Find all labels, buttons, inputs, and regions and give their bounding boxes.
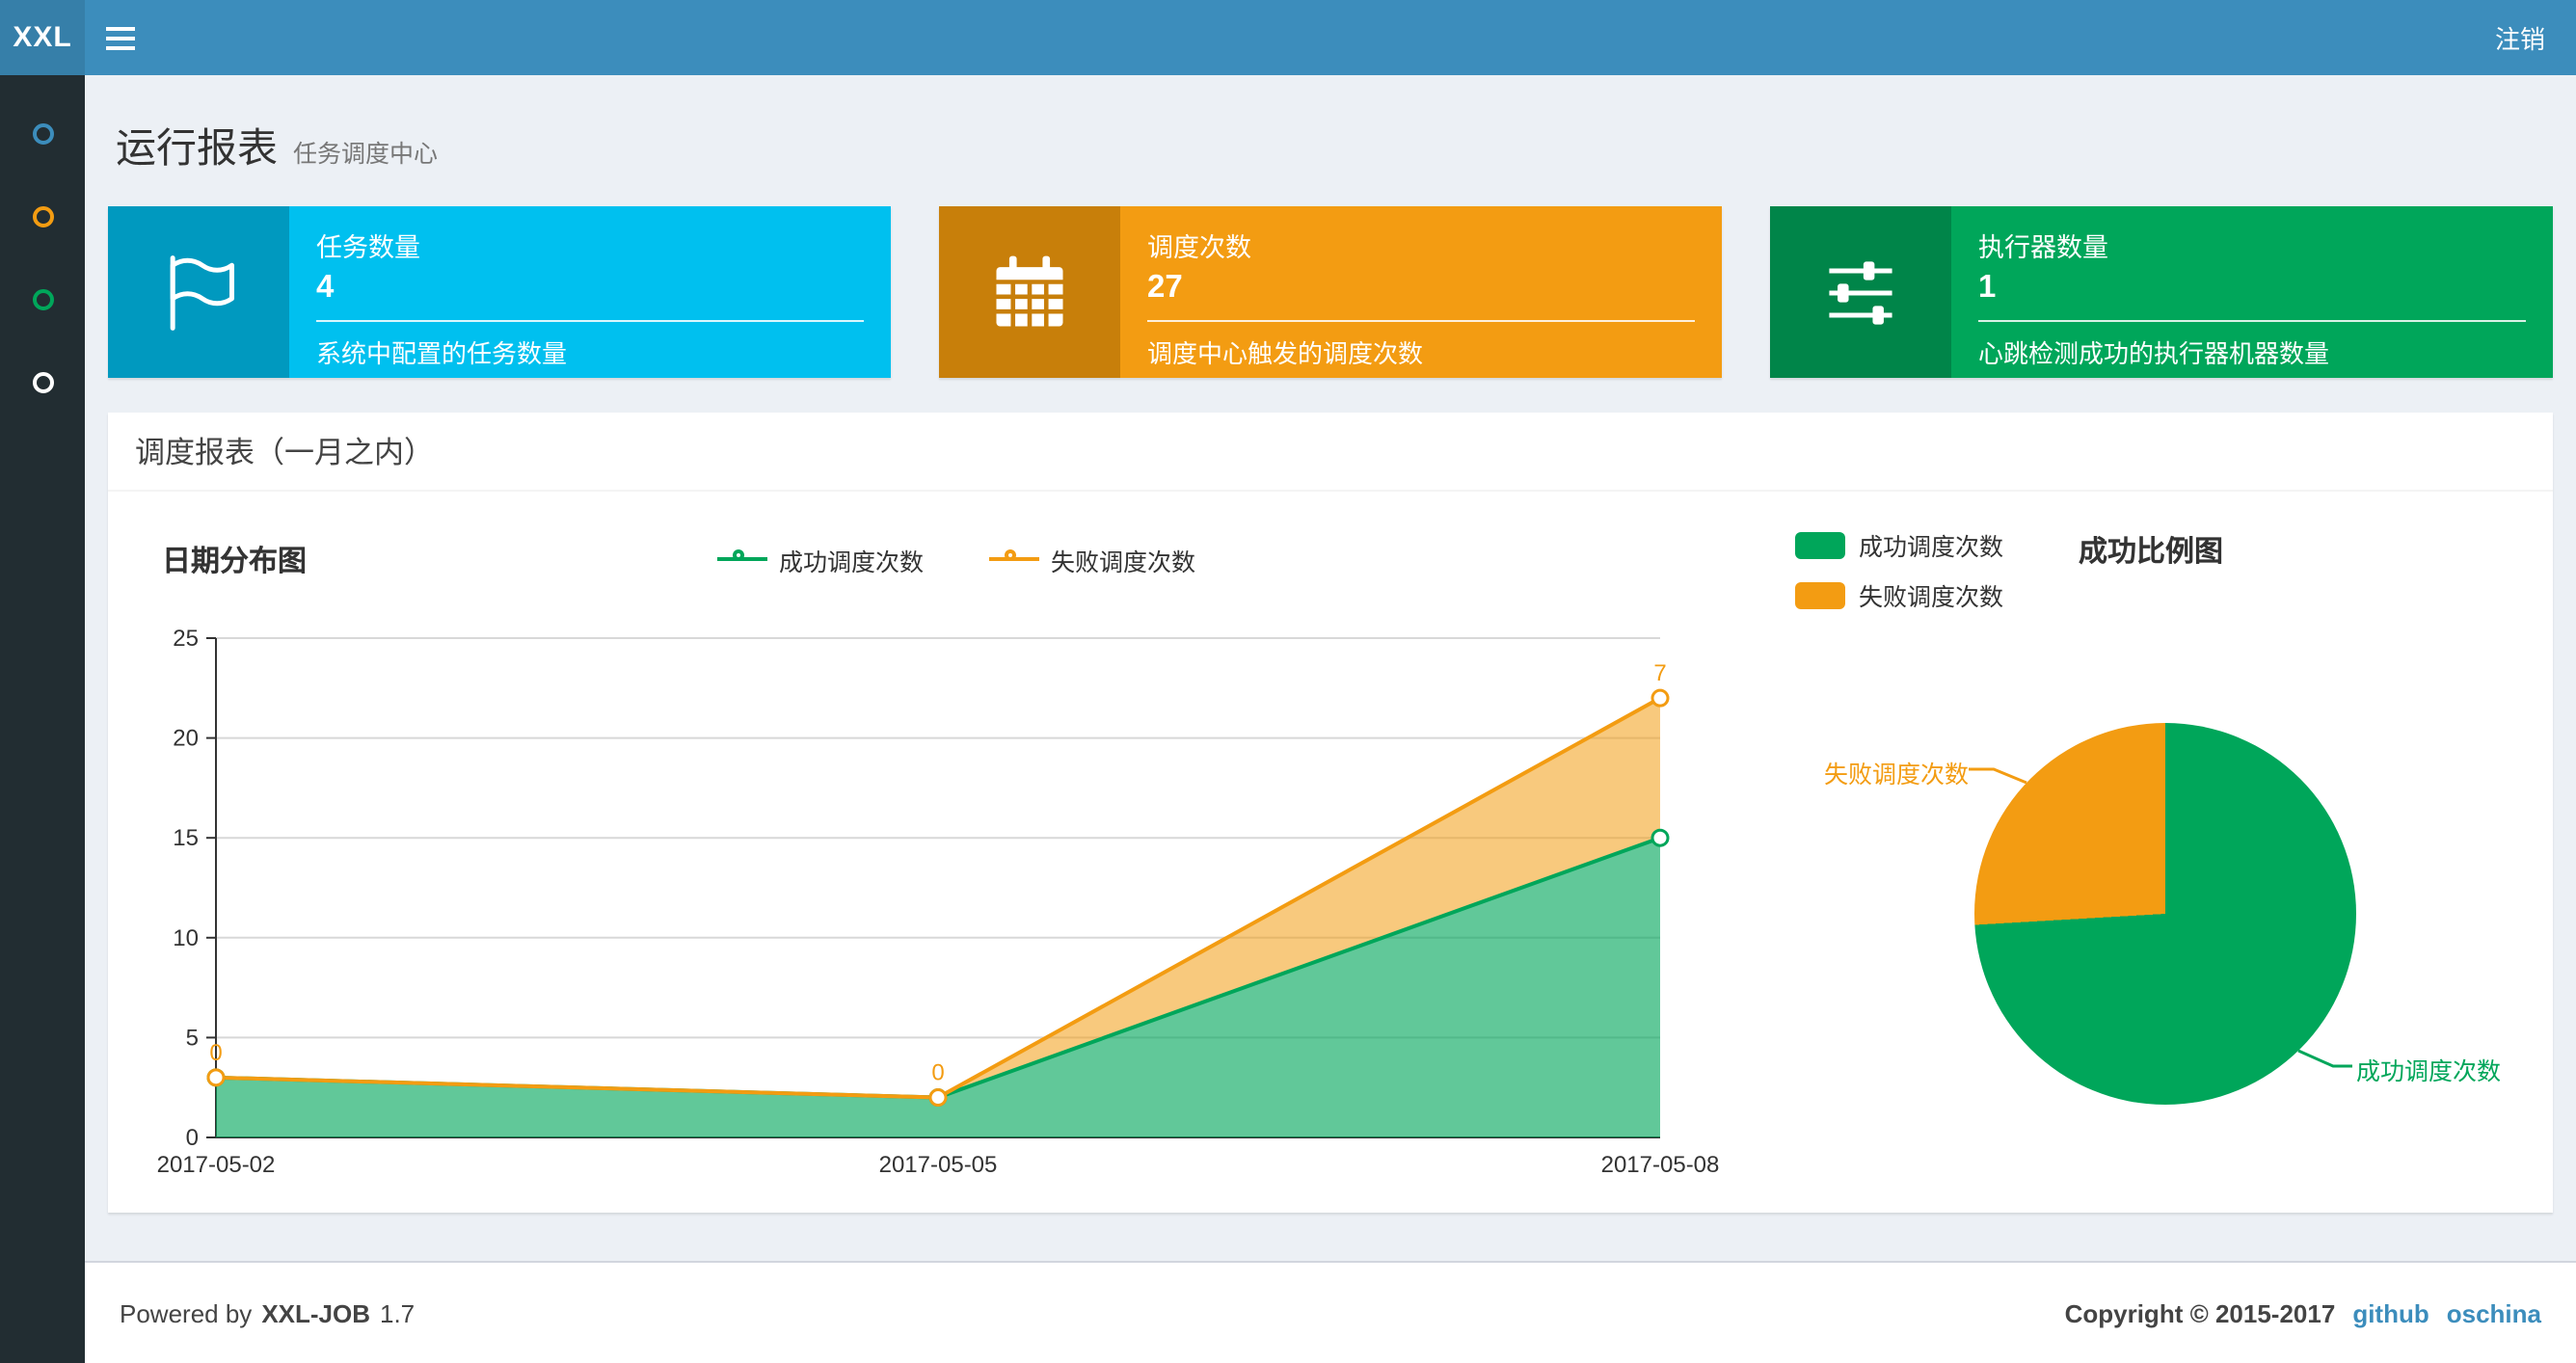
daily-distribution-chart: 日期分布图 成功调度次数 失败调度次数 0 5 10 15 20 25 2017…	[147, 507, 1766, 1189]
pie-chart	[1974, 723, 2356, 1105]
content: 运行报表 任务调度中心 任务数量 4 系统中配置的任务数量 调度次数 27 调度…	[85, 75, 2576, 1261]
pie-legend-item-fail[interactable]: 失败调度次数	[1795, 576, 2003, 613]
chart-title-row: 日期分布图 成功调度次数 失败调度次数	[147, 507, 1766, 596]
svg-text:5: 5	[186, 1025, 199, 1051]
sidebar-item-4[interactable]	[0, 372, 85, 393]
oschina-link[interactable]: oschina	[2447, 1298, 2541, 1327]
legend-label: 成功调度次数	[1859, 534, 2004, 561]
calendar-icon	[939, 206, 1120, 378]
app-logo: XXL	[0, 0, 85, 75]
info-box-executor-count: 执行器数量 1 心跳检测成功的执行器机器数量	[1770, 206, 2553, 378]
main-area: 运行报表 任务调度中心 任务数量 4 系统中配置的任务数量 调度次数 27 调度…	[85, 75, 2576, 1363]
report-panel: 调度报表（一月之内） 日期分布图 成功调度次数 失败调度次数 0 5 10 15…	[108, 413, 2553, 1213]
hamburger-icon	[105, 36, 134, 40]
sliders-icon	[1770, 206, 1951, 378]
divider	[316, 320, 864, 322]
info-box-value: 27	[1147, 270, 1183, 305]
pie-legend: 成功调度次数 失败调度次数	[1795, 526, 2003, 627]
info-box-trigger-count: 调度次数 27 调度中心触发的调度次数	[939, 206, 1722, 378]
info-box-label: 执行器数量	[1978, 233, 2108, 262]
success-ratio-chart: 成功调度次数 失败调度次数 成功比例图 失败调度次数 成功调度次数	[1766, 507, 2514, 1189]
svg-text:7: 7	[1653, 660, 1666, 686]
info-box-content: 任务数量 4 系统中配置的任务数量	[289, 206, 891, 378]
info-box-label: 调度次数	[1147, 233, 1251, 262]
hamburger-icon	[105, 45, 134, 49]
hamburger-icon	[105, 26, 134, 30]
page-title: 运行报表	[116, 127, 278, 172]
legend-item-fail[interactable]: 失败调度次数	[989, 541, 1195, 577]
sidebar	[0, 75, 85, 1363]
page-subtitle: 任务调度中心	[293, 141, 439, 168]
info-box-value: 4	[316, 270, 335, 305]
svg-text:20: 20	[173, 726, 199, 752]
svg-text:2017-05-02: 2017-05-02	[157, 1152, 276, 1178]
pie-callout-success: 成功调度次数	[2356, 1058, 2502, 1085]
copyright: Copyright © 2015-2017	[2064, 1298, 2336, 1327]
product-version: 1.7	[380, 1298, 416, 1327]
page-header: 运行报表 任务调度中心	[108, 98, 2553, 206]
legend-label: 失败调度次数	[1859, 584, 2004, 611]
panel-title: 调度报表（一月之内）	[108, 413, 2553, 492]
github-link[interactable]: github	[2352, 1298, 2428, 1327]
flag-icon	[108, 206, 289, 378]
divider	[1147, 320, 1695, 322]
info-box-value: 1	[1978, 270, 1997, 305]
info-box-job-count: 任务数量 4 系统中配置的任务数量	[108, 206, 891, 378]
footer-right: Copyright © 2015-2017 github oschina	[2065, 1298, 2541, 1327]
line-chart-title: 日期分布图	[162, 545, 308, 577]
pie-callout-fail: 失败调度次数	[1824, 762, 1970, 788]
legend-item-success[interactable]: 成功调度次数	[716, 541, 924, 577]
swatch-icon	[1795, 581, 1845, 608]
sidebar-item-3[interactable]	[0, 289, 85, 310]
app-root: XXL 注销 运行报表 任务调度中心 任务数量 4 系统中配置的任务数量 调度次…	[0, 0, 2576, 1363]
product-name: XXL-JOB	[261, 1298, 370, 1327]
line-chart-svg: 05101520252017-05-02 2017-05-05 2017-05-08…	[157, 626, 1720, 1178]
info-box-description: 系统中配置的任务数量	[316, 339, 568, 368]
pie-chart-title: 成功比例图	[2079, 536, 2224, 569]
line-chart-legend: 成功调度次数 失败调度次数	[147, 522, 1766, 596]
top-navbar: XXL 注销	[0, 0, 2576, 75]
circle-icon	[32, 206, 53, 227]
divider	[1978, 320, 2526, 322]
line-marker-icon	[989, 549, 1039, 561]
svg-text:15: 15	[173, 825, 199, 851]
svg-text:0: 0	[186, 1125, 199, 1151]
powered-by-text: Powered by	[120, 1298, 253, 1327]
line-marker-icon	[716, 549, 767, 561]
svg-text:10: 10	[173, 925, 199, 951]
info-box-content: 调度次数 27 调度中心触发的调度次数	[1120, 206, 1722, 378]
sidebar-item-2[interactable]	[0, 206, 85, 227]
svg-text:25: 25	[173, 626, 199, 652]
info-box-description: 调度中心触发的调度次数	[1147, 339, 1424, 368]
powered-by: Powered by XXL-JOB 1.7	[120, 1298, 415, 1327]
sidebar-toggle-button[interactable]	[85, 0, 154, 75]
info-box-content: 执行器数量 1 心跳检测成功的执行器机器数量	[1951, 206, 2553, 378]
svg-text:2017-05-05: 2017-05-05	[879, 1152, 998, 1178]
info-box-label: 任务数量	[316, 233, 420, 262]
legend-label: 成功调度次数	[778, 548, 924, 575]
pie-legend-item-success[interactable]: 成功调度次数	[1795, 526, 2003, 563]
svg-text:0: 0	[931, 1060, 944, 1086]
swatch-icon	[1795, 531, 1845, 558]
legend-label: 失败调度次数	[1051, 548, 1196, 575]
sidebar-item-1[interactable]	[0, 123, 85, 145]
circle-icon	[32, 372, 53, 393]
info-box-description: 心跳检测成功的执行器机器数量	[1978, 339, 2330, 368]
navbar-spacer	[154, 0, 2464, 75]
logout-link[interactable]: 注销	[2464, 0, 2576, 75]
svg-text:2017-05-08: 2017-05-08	[1601, 1152, 1720, 1178]
circle-icon	[32, 123, 53, 145]
svg-text:0: 0	[209, 1040, 222, 1066]
info-box-row: 任务数量 4 系统中配置的任务数量 调度次数 27 调度中心触发的调度次数 执行…	[108, 206, 2553, 378]
page-footer: Powered by XXL-JOB 1.7 Copyright © 2015-…	[85, 1261, 2576, 1363]
circle-icon	[32, 289, 53, 310]
panel-body: 日期分布图 成功调度次数 失败调度次数 0 5 10 15 20 25 2017…	[108, 492, 2553, 1213]
